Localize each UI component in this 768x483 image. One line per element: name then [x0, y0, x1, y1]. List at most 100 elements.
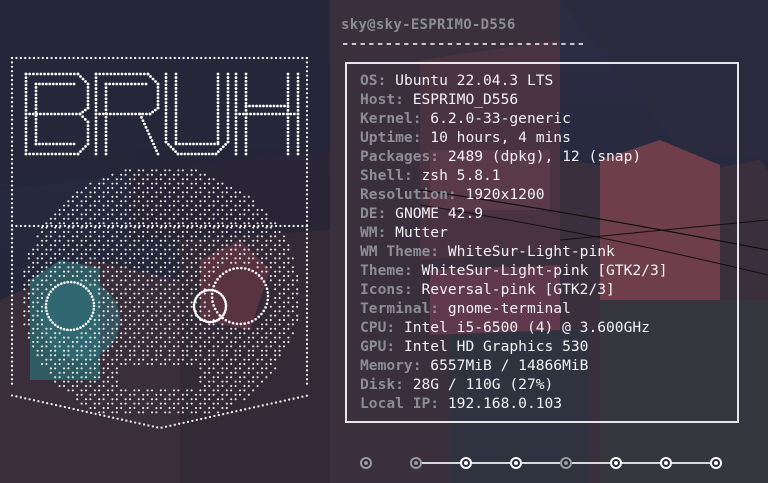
logo-dot	[89, 257, 92, 260]
logo-dot	[41, 401, 44, 404]
logo-dot	[296, 79, 300, 83]
logo-dot	[164, 101, 168, 105]
logo-dot	[15, 56, 18, 60]
logo-dot	[36, 310, 39, 313]
logo-dot	[169, 424, 172, 427]
logo-dot	[32, 341, 35, 343]
logo-dot	[23, 301, 26, 304]
logo-dot	[208, 385, 211, 387]
logo-dot	[234, 134, 238, 138]
logo-dot	[45, 309, 48, 313]
logo-dot	[116, 112, 119, 116]
logo-dot	[261, 358, 263, 361]
logo-dot	[195, 142, 199, 146]
info-value: 1920x1200	[465, 186, 545, 203]
logo-dot	[186, 244, 189, 247]
logo-dot	[168, 235, 171, 238]
logo-dot	[177, 213, 180, 216]
logo-dot	[252, 332, 255, 335]
logo-dot	[146, 217, 149, 220]
logo-dot	[142, 314, 145, 317]
logo-dot	[86, 124, 90, 128]
logo-dot	[34, 103, 38, 107]
logo-dot	[269, 314, 272, 317]
logo-dot	[76, 222, 79, 225]
logo-dot	[230, 332, 233, 335]
logo-dot	[135, 72, 139, 76]
logo-dot	[174, 83, 178, 87]
logo-dot	[278, 332, 281, 335]
logo-dot	[221, 204, 224, 207]
logo-dot	[80, 266, 83, 269]
logo-dot	[261, 336, 263, 339]
logo-dot	[221, 261, 224, 264]
logo-dot	[142, 182, 145, 185]
logo-dot	[186, 173, 189, 176]
logo-dot	[255, 104, 258, 108]
logo-dot	[120, 257, 123, 260]
logo-dot	[239, 253, 241, 255]
logo-dot	[111, 301, 114, 304]
logo-dot	[190, 363, 193, 365]
logo-dot	[243, 209, 246, 211]
logo-dot	[164, 111, 168, 115]
logo-dot	[151, 341, 153, 343]
logo-dot	[10, 92, 14, 95]
logo-dot	[85, 187, 87, 189]
logo-dot	[226, 76, 230, 79]
logo-dot	[177, 173, 180, 176]
logo-dot	[164, 319, 167, 321]
logo-dot	[146, 297, 149, 299]
logo-dot	[301, 56, 304, 60]
logo-dot	[199, 204, 202, 207]
logo-dot	[54, 270, 57, 273]
logo-dot	[305, 276, 309, 280]
logo-dot	[53, 323, 57, 327]
logo-dot	[138, 112, 142, 116]
logo-dot	[89, 341, 92, 343]
logo-dot	[107, 244, 109, 247]
logo-dot	[305, 224, 309, 227]
logo-dot	[146, 393, 149, 396]
logo-dot	[71, 112, 75, 116]
logo-dot	[155, 204, 158, 207]
logo-dot	[217, 371, 219, 374]
logo-dot	[50, 152, 54, 156]
logo-dot	[305, 127, 309, 130]
logo-dot	[71, 248, 74, 251]
logo-dot	[58, 261, 61, 264]
logo-dot	[217, 411, 219, 414]
logo-dot	[296, 138, 300, 141]
logo-dot	[63, 270, 65, 273]
logo-dot	[107, 279, 109, 282]
logo-dot	[288, 224, 291, 228]
logo-dot	[252, 200, 255, 203]
logo-dot	[61, 72, 65, 76]
logo-dot	[265, 287, 269, 291]
logo-dot	[221, 323, 224, 326]
logo-dot	[152, 142, 155, 146]
logo-dot	[186, 349, 189, 352]
logo-dot	[23, 310, 26, 313]
logo-dot	[115, 217, 118, 220]
logo-dot	[225, 217, 228, 220]
logo-dot	[296, 108, 300, 112]
logo-dot	[234, 385, 237, 387]
logo-dot	[107, 231, 109, 233]
logo-dot	[283, 266, 285, 269]
logo-dot	[174, 72, 178, 76]
logo-dot	[80, 389, 83, 392]
logo-dot	[129, 354, 131, 357]
logo-dot	[287, 257, 290, 260]
logo-dot	[133, 257, 136, 260]
logo-dot	[111, 371, 114, 374]
logo-dot	[239, 322, 243, 326]
logo-dot	[107, 187, 109, 189]
logo-dot	[234, 398, 237, 401]
logo-dot	[41, 297, 43, 299]
logo-dot	[10, 254, 14, 258]
logo-dot	[24, 83, 28, 87]
indicator-connector	[622, 462, 660, 464]
logo-dot	[190, 213, 193, 216]
logo-dot	[195, 398, 197, 401]
